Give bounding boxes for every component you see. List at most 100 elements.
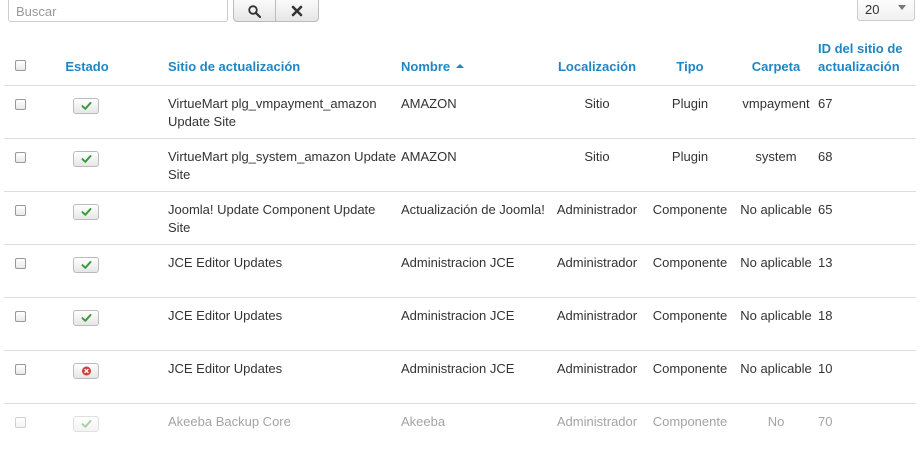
row-id: 70 — [818, 403, 916, 449]
col-carpeta[interactable]: Carpeta — [734, 40, 818, 86]
row-location: Administrador — [548, 350, 646, 404]
state-toggle-button[interactable] — [73, 363, 99, 379]
clear-button[interactable] — [276, 0, 319, 22]
row-name: Actualización de Joomla! — [401, 191, 548, 245]
row-site: VirtueMart plg_vmpayment_amazon Update S… — [138, 85, 401, 139]
row-state-cell — [34, 244, 138, 298]
row-name: AMAZON — [401, 85, 548, 139]
row-type: Plugin — [646, 138, 734, 192]
row-type: Componente — [646, 350, 734, 404]
row-checkbox[interactable] — [15, 258, 26, 269]
row-location: Sitio — [548, 138, 646, 192]
col-tipo[interactable]: Tipo — [646, 40, 734, 86]
row-name: AMAZON — [401, 138, 548, 192]
table-row: Akeeba Backup Core Akeeba Administrador Com… — [4, 403, 916, 449]
row-location: Administrador — [548, 191, 646, 245]
col-localizacion[interactable]: Localización — [548, 40, 646, 86]
row-folder: No aplicable — [734, 297, 818, 351]
row-site: JCE Editor Updates — [138, 244, 401, 298]
row-location: Administrador — [548, 297, 646, 351]
col-estado[interactable]: Estado — [34, 40, 138, 86]
search-button[interactable] — [233, 0, 276, 22]
check-icon — [81, 314, 92, 322]
row-type: Componente — [646, 403, 734, 449]
row-select-cell — [4, 350, 34, 404]
row-select-cell — [4, 191, 34, 245]
row-folder: No aplicable — [734, 244, 818, 298]
state-toggle-button[interactable] — [73, 98, 99, 114]
col-nombre[interactable]: Nombre — [401, 40, 548, 86]
check-icon — [81, 102, 92, 110]
table-row: Joomla! Update Component Update Site Actu… — [4, 191, 916, 245]
row-location: Sitio — [548, 85, 646, 139]
state-toggle-button[interactable] — [73, 204, 99, 220]
row-id: 18 — [818, 297, 916, 351]
chevron-down-icon — [898, 5, 906, 10]
row-name: Akeeba — [401, 403, 548, 449]
row-state-cell — [34, 297, 138, 351]
row-checkbox[interactable] — [15, 364, 26, 375]
row-checkbox[interactable] — [15, 205, 26, 216]
row-folder: No aplicable — [734, 350, 818, 404]
search-icon — [248, 4, 261, 18]
row-state-cell — [34, 138, 138, 192]
row-site: Akeeba Backup Core — [138, 403, 401, 449]
table-row: VirtueMart plg_vmpayment_amazon Update S… — [4, 85, 916, 139]
row-id: 10 — [818, 350, 916, 404]
row-name: Administracion JCE — [401, 244, 548, 298]
row-id: 65 — [818, 191, 916, 245]
select-all-cell — [4, 40, 34, 86]
table-row: JCE Editor Updates Administracion JCE Admi… — [4, 297, 916, 351]
close-icon — [291, 5, 303, 17]
check-icon — [81, 261, 92, 269]
search-input[interactable] — [8, 0, 228, 22]
col-id[interactable]: ID del sitio de actualización — [818, 40, 916, 86]
state-toggle-button[interactable] — [73, 151, 99, 167]
sort-ascending-icon — [456, 63, 465, 68]
list-limit-select[interactable]: 20 — [857, 0, 915, 21]
row-type: Plugin — [646, 85, 734, 139]
state-toggle-button[interactable] — [73, 310, 99, 326]
row-state-cell — [34, 350, 138, 404]
check-icon — [81, 420, 92, 428]
row-id: 13 — [818, 244, 916, 298]
row-select-cell — [4, 403, 34, 449]
table-header-row: Estado Sitio de actualización Nombre Loc… — [4, 40, 916, 86]
row-id: 67 — [818, 85, 916, 139]
table-row: JCE Editor Updates Administracion JCE Admi… — [4, 244, 916, 298]
row-select-cell — [4, 138, 34, 192]
row-site: Joomla! Update Component Update Site — [138, 191, 401, 245]
row-type: Componente — [646, 191, 734, 245]
row-checkbox[interactable] — [15, 417, 26, 428]
table-row: VirtueMart plg_system_amazon Update Site… — [4, 138, 916, 192]
row-site: JCE Editor Updates — [138, 297, 401, 351]
row-type: Componente — [646, 244, 734, 298]
row-select-cell — [4, 244, 34, 298]
check-icon — [81, 208, 92, 216]
state-toggle-button[interactable] — [73, 416, 99, 432]
row-name: Administracion JCE — [401, 297, 548, 351]
row-select-cell — [4, 297, 34, 351]
row-state-cell — [34, 191, 138, 245]
check-icon — [81, 155, 92, 163]
col-sitio[interactable]: Sitio de actualización — [138, 40, 401, 86]
row-state-cell — [34, 403, 138, 449]
row-select-cell — [4, 85, 34, 139]
search-button-group — [233, 0, 319, 22]
row-checkbox[interactable] — [15, 311, 26, 322]
row-site: JCE Editor Updates — [138, 350, 401, 404]
select-all-checkbox[interactable] — [15, 60, 26, 71]
row-location: Administrador — [548, 403, 646, 449]
row-folder: No aplicable — [734, 191, 818, 245]
col-nombre-label: Nombre — [401, 59, 451, 74]
row-site: VirtueMart plg_system_amazon Update Site — [138, 138, 401, 192]
row-checkbox[interactable] — [15, 152, 26, 163]
row-folder: system — [734, 138, 818, 192]
disabled-x-icon — [82, 366, 91, 376]
row-folder: vmpayment — [734, 85, 818, 139]
row-checkbox[interactable] — [15, 99, 26, 110]
update-sites-table: Estado Sitio de actualización Nombre Loc… — [4, 40, 916, 449]
row-type: Componente — [646, 297, 734, 351]
state-toggle-button[interactable] — [73, 257, 99, 273]
row-location: Administrador — [548, 244, 646, 298]
